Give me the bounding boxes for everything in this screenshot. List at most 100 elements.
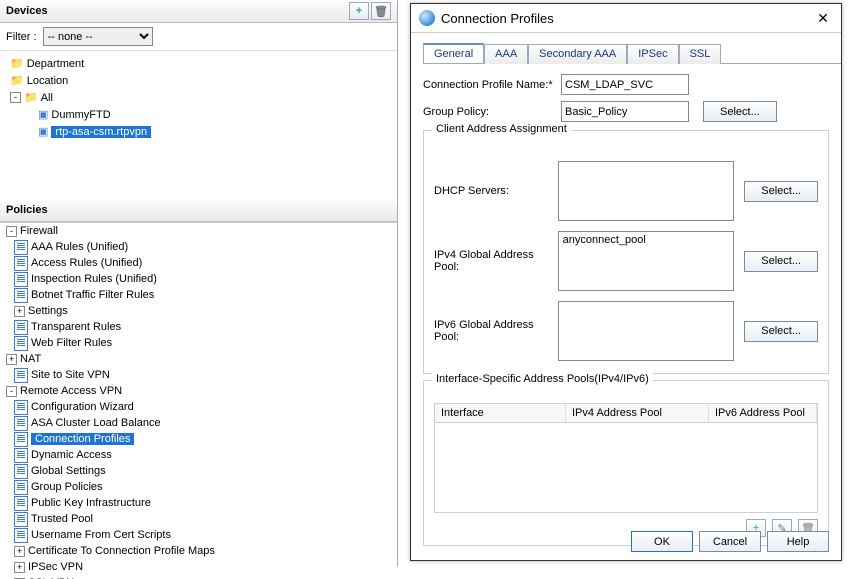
page-icon <box>14 512 28 527</box>
tree-department[interactable]: 📁Department <box>10 55 393 72</box>
p-connp[interactable]: Connection Profiles <box>0 431 397 447</box>
policies-title: Policies <box>6 204 48 216</box>
p-dyn[interactable]: Dynamic Access <box>0 447 397 463</box>
devices-header: Devices + 🗑 <box>0 0 397 23</box>
tab-aaa[interactable]: AAA <box>484 44 528 64</box>
conn-name-label: Connection Profile Name:* <box>423 79 561 91</box>
p-aaa[interactable]: AAA Rules (Unified) <box>0 239 397 255</box>
client-address-group: Client Address Assignment DHCP Servers: … <box>423 130 829 374</box>
page-icon <box>14 416 28 431</box>
page-icon <box>14 368 28 383</box>
p-c2cp[interactable]: +Certificate To Connection Profile Maps <box>0 543 397 559</box>
globe-icon <box>419 10 435 26</box>
select-v4pool-button[interactable]: Select... <box>744 251 818 272</box>
dialog-form: Connection Profile Name:* Group Policy: … <box>411 64 841 556</box>
collapse-icon[interactable]: - <box>6 386 17 397</box>
p-asaclb[interactable]: ASA Cluster Load Balance <box>0 415 397 431</box>
group-policy-input[interactable] <box>561 101 689 122</box>
p-cfgwiz[interactable]: Configuration Wizard <box>0 399 397 415</box>
expand-icon[interactable]: + <box>14 306 25 317</box>
select-group-policy-button[interactable]: Select... <box>703 101 777 122</box>
device-icon: ▣ <box>38 108 48 121</box>
page-icon <box>14 480 28 495</box>
close-icon[interactable]: ✕ <box>813 8 833 28</box>
page-icon <box>14 400 28 415</box>
p-inspect[interactable]: Inspection Rules (Unified) <box>0 271 397 287</box>
tree-all[interactable]: -📁All <box>10 89 393 106</box>
interface-table-header: Interface IPv4 Address Pool IPv6 Address… <box>435 404 817 423</box>
page-icon <box>14 320 28 335</box>
filter-select[interactable]: -- none -- <box>43 27 153 46</box>
p-firewall[interactable]: -Firewall <box>0 223 397 239</box>
page-icon <box>14 448 28 463</box>
collapse-icon[interactable]: - <box>10 92 21 103</box>
p-s2s[interactable]: Site to Site VPN <box>0 367 397 383</box>
device-tree: 📁Department 📁Location -📁All ▣DummyFTD ▣r… <box>0 51 397 199</box>
select-v6pool-button[interactable]: Select... <box>744 321 818 342</box>
conn-name-input[interactable] <box>561 74 689 95</box>
p-ravpn[interactable]: -Remote Access VPN <box>0 383 397 399</box>
tab-ssl[interactable]: SSL <box>679 44 722 64</box>
devices-title: Devices <box>6 5 48 17</box>
page-icon <box>14 432 28 447</box>
page-icon <box>14 288 28 303</box>
v4pool-box[interactable]: anyconnect_pool <box>558 231 735 291</box>
tab-ipsec[interactable]: IPSec <box>627 44 678 64</box>
p-trusted[interactable]: Trusted Pool <box>0 511 397 527</box>
expand-icon[interactable]: + <box>14 546 25 557</box>
page-icon <box>14 240 28 255</box>
collapse-icon[interactable]: - <box>6 226 17 237</box>
p-webf[interactable]: Web Filter Rules <box>0 335 397 351</box>
p-ipsecv[interactable]: +IPSec VPN <box>0 559 397 575</box>
interface-table[interactable]: Interface IPv4 Address Pool IPv6 Address… <box>434 403 818 513</box>
dialog-titlebar: Connection Profiles ✕ <box>411 4 841 33</box>
folder-icon: 📁 <box>10 74 24 87</box>
left-pane: Devices + 🗑 Filter : -- none -- 📁Departm… <box>0 0 398 567</box>
cancel-button[interactable]: Cancel <box>699 531 761 552</box>
p-pki[interactable]: Public Key Infrastructure <box>0 495 397 511</box>
device-icon: ▣ <box>38 125 48 138</box>
folder-icon: 📁 <box>24 91 38 104</box>
page-icon <box>14 256 28 271</box>
p-glob[interactable]: Global Settings <box>0 463 397 479</box>
tree-rtp[interactable]: ▣rtp-asa-csm.rtpvpn <box>10 123 393 140</box>
page-icon <box>14 272 28 287</box>
tree-dummyftd[interactable]: ▣DummyFTD <box>10 106 393 123</box>
expand-icon[interactable]: + <box>14 562 25 573</box>
page-icon <box>14 464 28 479</box>
tabbar: General AAA Secondary AAA IPSec SSL <box>423 43 841 64</box>
p-transp[interactable]: Transparent Rules <box>0 319 397 335</box>
col-v6pool: IPv6 Address Pool <box>709 404 817 422</box>
dhcp-label: DHCP Servers: <box>434 185 558 197</box>
p-botnet[interactable]: Botnet Traffic Filter Rules <box>0 287 397 303</box>
v6pool-label: IPv6 Global Address Pool: <box>434 319 558 343</box>
filter-label: Filter : <box>6 31 37 43</box>
tab-general[interactable]: General <box>423 43 484 63</box>
page-icon <box>14 528 28 543</box>
folder-icon: 📁 <box>10 57 24 70</box>
col-interface: Interface <box>435 404 566 422</box>
page-icon <box>14 496 28 511</box>
v6pool-box[interactable] <box>558 301 735 361</box>
select-dhcp-button[interactable]: Select... <box>744 181 818 202</box>
p-nat[interactable]: +NAT <box>0 351 397 367</box>
p-grpp[interactable]: Group Policies <box>0 479 397 495</box>
add-device-icon[interactable]: + <box>349 2 369 20</box>
p-access[interactable]: Access Rules (Unified) <box>0 255 397 271</box>
client-address-title: Client Address Assignment <box>432 123 571 135</box>
page-icon <box>14 336 28 351</box>
interface-pools-group: Interface-Specific Address Pools(IPv4/IP… <box>423 380 829 546</box>
policies-tree: -Firewall AAA Rules (Unified) Access Rul… <box>0 222 397 579</box>
ok-button[interactable]: OK <box>631 531 693 552</box>
tab-secondary-aaa[interactable]: Secondary AAA <box>528 44 627 64</box>
dhcp-box[interactable] <box>558 161 735 221</box>
delete-device-icon[interactable]: 🗑 <box>371 2 391 20</box>
tree-location[interactable]: 📁Location <box>10 72 393 89</box>
p-settings[interactable]: +Settings <box>0 303 397 319</box>
help-button[interactable]: Help <box>767 531 829 552</box>
expand-icon[interactable]: + <box>6 354 17 365</box>
p-sslv[interactable]: +SSL VPN <box>0 575 397 579</box>
group-policy-label: Group Policy: <box>423 106 561 118</box>
dialog-buttons: OK Cancel Help <box>631 531 829 552</box>
p-ucert[interactable]: Username From Cert Scripts <box>0 527 397 543</box>
